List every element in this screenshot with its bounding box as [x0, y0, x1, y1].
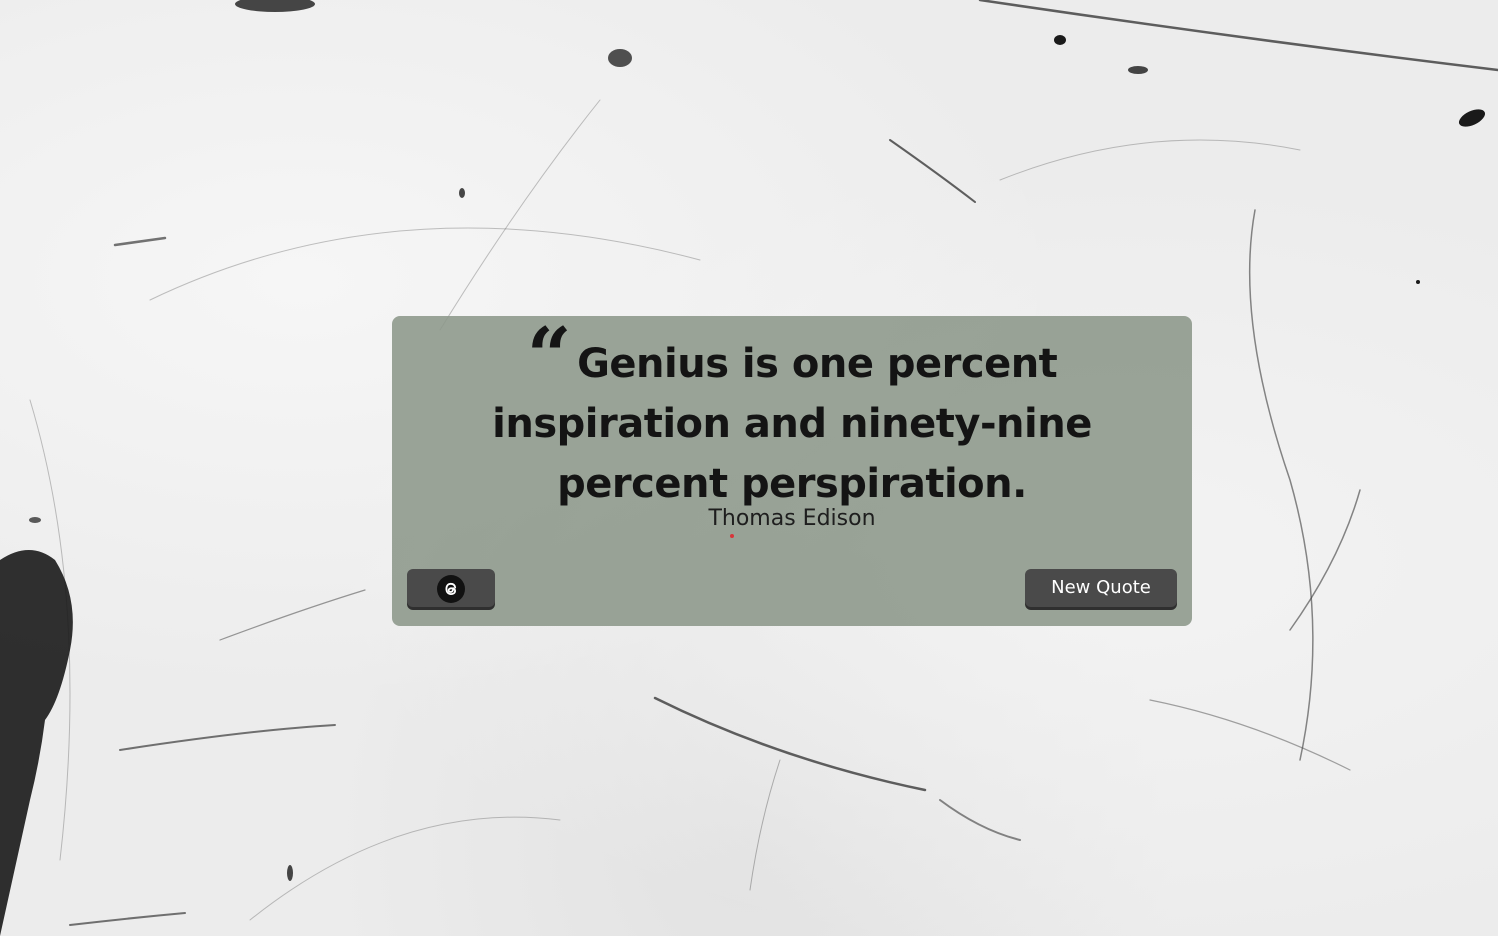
cursor-dot [730, 534, 734, 538]
quote-text: Genius is one percent inspiration and ni… [492, 341, 1092, 507]
quote-card: “Genius is one percent inspiration and n… [392, 316, 1192, 626]
threads-icon [437, 575, 465, 603]
quote-text-block: “Genius is one percent inspiration and n… [452, 311, 1132, 514]
quote-author: Thomas Edison [708, 506, 876, 531]
new-quote-button[interactable]: New Quote [1025, 569, 1177, 607]
share-threads-button[interactable] [407, 569, 495, 607]
quote-open-icon: “ [526, 311, 572, 402]
